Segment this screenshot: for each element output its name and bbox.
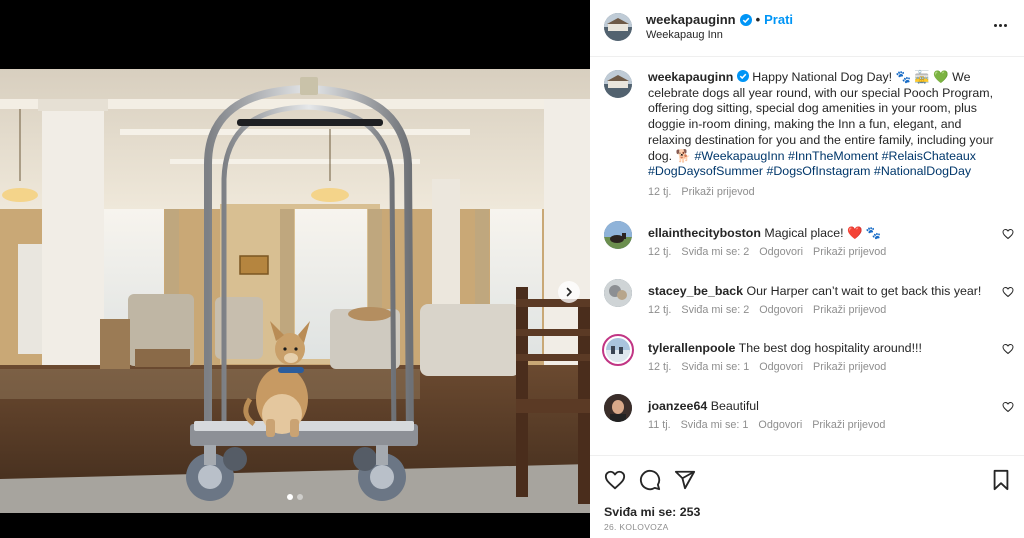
- carousel-dot: [297, 494, 303, 500]
- comment-likes[interactable]: Sviđa mi se: 1: [681, 361, 749, 373]
- heart-icon[interactable]: [1002, 401, 1014, 413]
- author-avatar[interactable]: [604, 13, 632, 41]
- comment-text-row: joanzee64 Beautiful: [648, 399, 988, 414]
- carousel-indicator: [0, 494, 590, 500]
- likes-count[interactable]: Sviđa mi se: 253: [604, 505, 700, 519]
- comment-age[interactable]: 12 tj.: [648, 246, 671, 258]
- reply-button[interactable]: Odgovori: [759, 246, 803, 258]
- hashtag-link[interactable]: #DogDaysofSummer: [648, 164, 763, 178]
- commenter-avatar[interactable]: [604, 279, 632, 307]
- share-icon[interactable]: [674, 469, 696, 491]
- comment-meta: 12 tj. Sviđa mi se: 2 Odgovori Prikaži p…: [648, 304, 886, 316]
- commenter-avatar[interactable]: [604, 394, 632, 422]
- reply-button[interactable]: Odgovori: [758, 419, 802, 431]
- caption-username[interactable]: weekapauginn: [648, 70, 733, 84]
- comment-text: Beautiful: [710, 399, 759, 413]
- post-actions: Sviđa mi se: 253 26. KOLOVOZA: [590, 455, 1024, 538]
- translate-link[interactable]: Prikaži prijevod: [813, 246, 886, 258]
- comment-text-row: tylerallenpoole The best dog hospitality…: [648, 341, 988, 356]
- carousel-next-button[interactable]: [558, 281, 580, 303]
- translate-link[interactable]: Prikaži prijevod: [812, 419, 885, 431]
- caption-author-avatar[interactable]: [604, 70, 632, 98]
- caption-meta: 12 tj. Prikaži prijevod: [648, 185, 994, 201]
- verified-badge-icon: [739, 13, 752, 26]
- hashtag-link[interactable]: #RelaisChateaux: [882, 149, 976, 163]
- luggage-cart-dog-photo: [0, 69, 590, 513]
- header-separator: •: [755, 12, 761, 27]
- commenter-avatar-image: [606, 338, 630, 362]
- author-username[interactable]: weekapauginn: [646, 12, 736, 27]
- chevron-right-icon: [566, 287, 572, 297]
- carousel-dot-active: [287, 494, 293, 500]
- post-media: [0, 0, 590, 538]
- bookmark-icon[interactable]: [990, 469, 1012, 491]
- comment-age[interactable]: 11 tj.: [648, 419, 671, 431]
- post-date[interactable]: 26. KOLOVOZA: [604, 522, 669, 532]
- comment-text: The best dog hospitality around!!!: [738, 341, 922, 355]
- comment-username[interactable]: joanzee64: [648, 399, 707, 413]
- heart-icon[interactable]: [1002, 343, 1014, 355]
- commenter-avatar-image: [604, 279, 632, 307]
- post-location[interactable]: Weekapaug Inn: [646, 29, 723, 41]
- comment-likes[interactable]: Sviđa mi se: 2: [681, 304, 749, 316]
- heart-icon[interactable]: [1002, 228, 1014, 240]
- caption-age[interactable]: 12 tj.: [648, 185, 671, 201]
- hashtag-link[interactable]: #WeekapaugInn: [694, 149, 784, 163]
- comment-meta: 12 tj. Sviđa mi se: 1 Odgovori Prikaži p…: [648, 361, 886, 373]
- avatar-image-wrap: [606, 338, 630, 362]
- inn-avatar-image: [604, 13, 632, 41]
- more-options-icon[interactable]: [990, 18, 1010, 32]
- follow-button[interactable]: Prati: [764, 12, 793, 27]
- translate-link[interactable]: Prikaži prijevod: [681, 185, 754, 201]
- comment-age[interactable]: 12 tj.: [648, 304, 671, 316]
- comment-meta: 11 tj. Sviđa mi se: 1 Odgovori Prikaži p…: [648, 419, 885, 431]
- comment-icon[interactable]: [639, 469, 661, 491]
- caption-text-block: weekapauginn Happy National Dog Day! 🐾 🚋…: [648, 70, 994, 201]
- post-header: weekapauginn • Prati Weekapaug Inn: [590, 0, 1024, 57]
- comment-username[interactable]: tylerallenpoole: [648, 341, 735, 355]
- comment-age[interactable]: 12 tj.: [648, 361, 671, 373]
- heart-icon[interactable]: [604, 469, 626, 491]
- hashtag-link[interactable]: #DogsOfInstagram: [766, 164, 870, 178]
- translate-link[interactable]: Prikaži prijevod: [813, 361, 886, 373]
- comments-section: weekapauginn Happy National Dog Day! 🐾 🚋…: [590, 57, 1024, 455]
- commenter-avatar-image: [604, 394, 632, 422]
- comment-username[interactable]: ellainthecityboston: [648, 226, 761, 240]
- comment-username[interactable]: stacey_be_back: [648, 284, 743, 298]
- comment-text-row: ellainthecityboston Magical place! ❤️ 🐾: [648, 226, 988, 241]
- post-photo[interactable]: [0, 69, 590, 513]
- comment-text-row: stacey_be_back Our Harper can’t wait to …: [648, 284, 988, 299]
- author-row: weekapauginn • Prati: [646, 12, 793, 27]
- comment-likes[interactable]: Sviđa mi se: 2: [681, 246, 749, 258]
- post-sidebar: weekapauginn • Prati Weekapaug Inn weeka…: [590, 0, 1024, 538]
- comment-likes[interactable]: Sviđa mi se: 1: [681, 419, 749, 431]
- heart-icon[interactable]: [1002, 286, 1014, 298]
- hashtag-link[interactable]: #NationalDogDay: [874, 164, 971, 178]
- comment-text: Magical place! ❤️ 🐾: [764, 226, 882, 240]
- translate-link[interactable]: Prikaži prijevod: [813, 304, 886, 316]
- commenter-avatar-image: [604, 221, 632, 249]
- commenter-avatar-story[interactable]: [602, 334, 634, 366]
- inn-avatar-image: [604, 70, 632, 98]
- reply-button[interactable]: Odgovori: [759, 304, 803, 316]
- comment-text: Our Harper can’t wait to get back this y…: [746, 284, 982, 298]
- comment-meta: 12 tj. Sviđa mi se: 2 Odgovori Prikaži p…: [648, 246, 886, 258]
- verified-badge-icon: [736, 70, 749, 82]
- reply-button[interactable]: Odgovori: [759, 361, 803, 373]
- hashtag-link[interactable]: #InnTheMoment: [788, 149, 878, 163]
- commenter-avatar[interactable]: [604, 221, 632, 249]
